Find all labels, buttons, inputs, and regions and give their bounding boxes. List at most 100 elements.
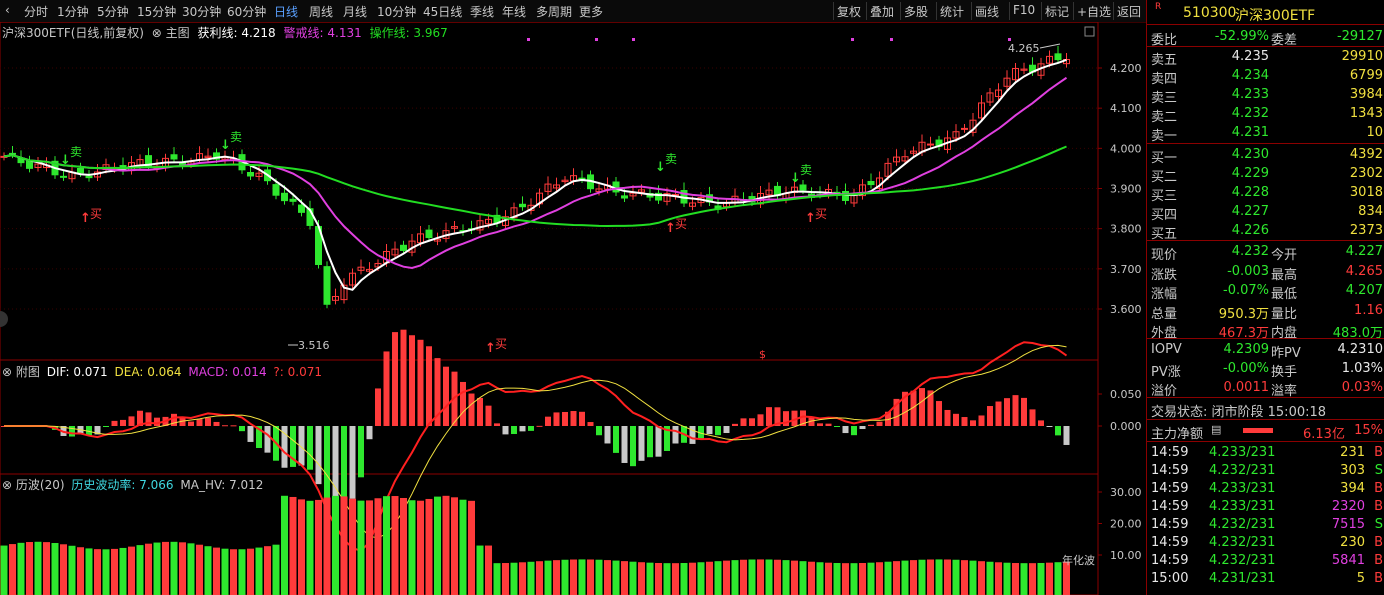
toolbar-button[interactable]: F10 bbox=[1013, 3, 1035, 17]
bid-row: 买五 4.226 2373 bbox=[1147, 222, 1384, 242]
volatility-bar bbox=[357, 500, 365, 595]
iopv-value: 1.03% bbox=[1341, 361, 1383, 376]
stat-value: 4.207 bbox=[1345, 283, 1383, 298]
y-tick-label: 4.100 bbox=[1110, 102, 1142, 115]
macd-bar bbox=[171, 413, 177, 426]
volatility-bar bbox=[825, 562, 832, 595]
macd-bar bbox=[519, 426, 526, 432]
macd-bar bbox=[570, 411, 577, 426]
period-tab[interactable]: 5分钟 bbox=[97, 3, 129, 20]
volatility-bar bbox=[774, 559, 781, 595]
macd-bar bbox=[757, 414, 764, 426]
period-tab[interactable]: 30分钟 bbox=[182, 3, 221, 20]
volatility-bar bbox=[68, 545, 76, 595]
volatility-bar bbox=[289, 496, 297, 595]
volatility-bar bbox=[196, 544, 203, 595]
toolbar-button[interactable]: +自选 bbox=[1077, 3, 1111, 20]
toolbar-button[interactable]: 返回 bbox=[1117, 3, 1141, 20]
volatility-bar bbox=[927, 559, 934, 595]
macd-bar bbox=[545, 416, 551, 426]
main-net-label: 主力净额 bbox=[1151, 427, 1204, 442]
tick-volume: 2320 bbox=[1331, 499, 1365, 514]
volatility-bar bbox=[451, 497, 458, 595]
macd-bar bbox=[978, 415, 985, 426]
tick-row: 14:59 4.233/231 394 B bbox=[1147, 480, 1384, 498]
toolbar-divider bbox=[1041, 2, 1042, 20]
period-tab[interactable]: 日线 bbox=[274, 3, 298, 20]
stat-value: -0.003 bbox=[1227, 263, 1269, 279]
volatility-bar bbox=[102, 549, 110, 595]
main-net-doc-icon[interactable]: ▤ bbox=[1211, 423, 1221, 436]
volatility-bar bbox=[425, 498, 433, 595]
macd-bar bbox=[621, 426, 628, 463]
macd-bar bbox=[817, 423, 823, 426]
macd-collapse-icon[interactable]: ⊗ bbox=[2, 365, 12, 379]
macd-bar bbox=[987, 406, 993, 426]
toolbar-button[interactable]: 复权 bbox=[837, 3, 861, 20]
period-tab[interactable]: 45日线 bbox=[423, 3, 462, 20]
toolbar-divider bbox=[833, 2, 834, 20]
volatility-bar bbox=[119, 547, 127, 595]
period-tab[interactable]: 1分钟 bbox=[57, 3, 89, 20]
vol-collapse-icon[interactable]: ⊗ bbox=[2, 478, 12, 492]
toolbar-button[interactable]: 叠加 bbox=[870, 3, 894, 20]
ask-row: 卖三 4.233 3984 bbox=[1147, 86, 1384, 106]
candle-body bbox=[60, 175, 67, 178]
tick-time: 14:59 bbox=[1151, 517, 1189, 532]
period-tab[interactable]: 季线 bbox=[470, 3, 494, 20]
toolbar-button[interactable]: 多股 bbox=[904, 3, 928, 20]
buy-signal-label: 买 bbox=[815, 207, 827, 221]
iopv-value: 0.03% bbox=[1341, 380, 1383, 395]
volatility-bar bbox=[723, 560, 730, 595]
toolbar-button[interactable]: 标记 bbox=[1045, 3, 1069, 20]
macd-bar bbox=[859, 426, 866, 430]
volatility-bar bbox=[77, 547, 84, 595]
volatility-bar bbox=[961, 560, 968, 595]
period-tab[interactable]: 分时 bbox=[24, 3, 48, 20]
volatility-bar bbox=[842, 563, 849, 595]
chart-title: 沪深300ETF(日线,前复权) bbox=[2, 26, 144, 40]
volatility-bar bbox=[867, 562, 875, 595]
candle-body bbox=[425, 229, 433, 239]
bid-label: 买二 bbox=[1151, 170, 1178, 185]
tick-side: B bbox=[1374, 535, 1383, 550]
period-tab[interactable]: 10分钟 bbox=[377, 3, 416, 20]
macd-bar bbox=[307, 426, 313, 470]
candle-body bbox=[621, 195, 628, 199]
ask-label: 卖四 bbox=[1151, 72, 1178, 87]
ask-price: 4.231 bbox=[1231, 125, 1269, 140]
period-tab[interactable]: 15分钟 bbox=[137, 3, 176, 20]
volatility-bar bbox=[43, 542, 50, 595]
macd-bar bbox=[128, 416, 135, 426]
vol-y-tick-label: 30.00 bbox=[1110, 486, 1142, 499]
period-tab[interactable]: 周线 bbox=[309, 3, 333, 20]
bid-price: 4.230 bbox=[1231, 147, 1269, 162]
dif-value: DIF: 0.071 bbox=[46, 365, 108, 379]
period-tab[interactable]: 年线 bbox=[502, 3, 526, 20]
candle-body bbox=[927, 143, 934, 146]
toolbar-button[interactable]: 画线 bbox=[975, 3, 999, 20]
period-tab[interactable]: 60分钟 bbox=[227, 3, 266, 20]
volatility-bar bbox=[374, 498, 382, 595]
toolbar-button[interactable]: 统计 bbox=[940, 3, 964, 20]
chart-area[interactable]: 4.2004.1004.0003.9003.8003.7003.600↓卖↑ 买↓… bbox=[0, 22, 1146, 595]
volatility-bar bbox=[272, 544, 280, 595]
collapse-icon[interactable]: ⊗ bbox=[152, 26, 162, 40]
ask-volume: 6799 bbox=[1349, 68, 1383, 83]
ask-volume: 29910 bbox=[1341, 49, 1383, 64]
y-tick-label: 3.800 bbox=[1110, 223, 1142, 236]
candle-body bbox=[272, 184, 280, 196]
volatility-bar bbox=[536, 561, 543, 595]
candle-body bbox=[323, 266, 331, 305]
volatility-bar bbox=[1020, 563, 1028, 595]
period-tab[interactable]: 月线 bbox=[343, 3, 367, 20]
toolbar-back-icon[interactable]: ‹ bbox=[5, 3, 10, 17]
volatility-bar bbox=[714, 561, 722, 595]
macd-bar bbox=[120, 419, 126, 426]
period-tab[interactable]: 更多 bbox=[579, 3, 603, 20]
period-tab[interactable]: 多周期 bbox=[536, 3, 572, 20]
volatility-bar bbox=[791, 560, 798, 595]
stat-label: 涨跌 bbox=[1151, 267, 1178, 283]
op-line-value: 操作线: 3.967 bbox=[369, 26, 448, 40]
volatility-bar bbox=[952, 559, 960, 595]
